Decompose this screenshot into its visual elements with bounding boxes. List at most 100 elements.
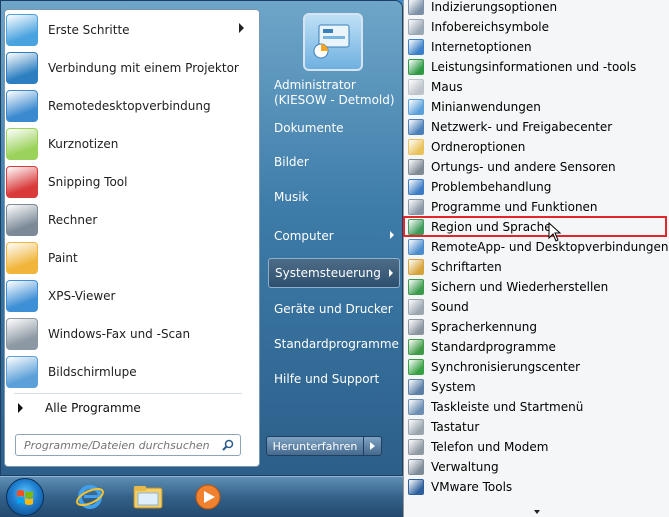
start-link[interactable]: Standardprogramme: [268, 329, 400, 359]
control-panel-item[interactable]: Schriftarten: [404, 257, 669, 277]
control-panel-item-icon: [408, 179, 424, 195]
control-panel-item[interactable]: System: [404, 377, 669, 397]
remote-desktop-icon: [6, 90, 38, 122]
control-panel-item[interactable]: Minianwendungen: [404, 97, 669, 117]
control-panel-item-label: Maus: [431, 80, 463, 94]
all-programs-label: Alle Programme: [45, 401, 141, 415]
control-panel-item[interactable]: Internetoptionen: [404, 37, 669, 57]
shutdown-button[interactable]: Herunterfahren: [266, 436, 364, 456]
control-panel-submenu: Indizierungsoptionen Infobereichsymbole In…: [403, 0, 669, 517]
start-link[interactable]: Systemsteuerung: [268, 258, 400, 288]
program-item[interactable]: Windows-Fax und -Scan: [4, 316, 250, 352]
control-panel-item[interactable]: Taskleiste und Startmenü: [404, 397, 669, 417]
control-panel-item[interactable]: Sound: [404, 297, 669, 317]
start-link-label: Computer: [274, 229, 334, 243]
control-panel-item-icon: [408, 239, 424, 255]
all-programs-button[interactable]: Alle Programme: [14, 398, 244, 418]
taskbar-explorer[interactable]: [130, 481, 166, 513]
start-link-label: Systemsteuerung: [275, 266, 381, 280]
control-panel-item[interactable]: Maus: [404, 77, 669, 97]
control-panel-item-label: Problembehandlung: [431, 180, 552, 194]
control-panel-item[interactable]: Ortungs- und andere Sensoren: [404, 157, 669, 177]
control-panel-item[interactable]: Verwaltung: [404, 457, 669, 477]
control-panel-item[interactable]: Sichern und Wiederherstellen: [404, 277, 669, 297]
control-panel-item-label: Verwaltung: [431, 460, 499, 474]
control-panel-item-label: Programme und Funktionen: [431, 200, 598, 214]
windows-logo-icon: [17, 490, 33, 505]
program-item[interactable]: Bildschirmlupe: [4, 354, 250, 390]
start-link[interactable]: Musik: [268, 182, 400, 212]
shutdown-options-button[interactable]: [364, 436, 382, 456]
control-panel-item[interactable]: Standardprogramme: [404, 337, 669, 357]
control-panel-item[interactable]: Synchronisierungscenter: [404, 357, 669, 377]
control-panel-item-label: Telefon und Modem: [431, 440, 549, 454]
program-item[interactable]: Rechner: [4, 202, 250, 238]
start-button[interactable]: [6, 478, 44, 516]
search-icon[interactable]: [222, 439, 234, 451]
control-panel-item-icon: [408, 39, 424, 55]
xps-viewer-icon: [6, 280, 38, 312]
start-link[interactable]: Computer: [268, 221, 400, 251]
control-panel-item-icon: [408, 199, 424, 215]
control-panel-item-label: Ortungs- und andere Sensoren: [431, 160, 616, 174]
scissors-icon: [6, 166, 38, 198]
start-link-label: Dokumente: [274, 121, 344, 135]
control-panel-item-label: Spracherkennung: [431, 320, 537, 334]
control-panel-item-label: Standardprogramme: [431, 340, 556, 354]
control-panel-item-label: System: [431, 380, 476, 394]
control-panel-item-icon: [408, 299, 424, 315]
program-item[interactable]: Kurznotizen: [4, 126, 250, 162]
start-link[interactable]: Geräte und Drucker: [268, 294, 400, 324]
program-item[interactable]: XPS-Viewer: [4, 278, 250, 314]
control-panel-item[interactable]: VMware Tools: [404, 477, 669, 497]
control-panel-item-label: Ordneroptionen: [431, 140, 526, 154]
magnifier-icon: [6, 356, 38, 388]
sticky-notes-icon: [6, 128, 38, 160]
program-item[interactable]: Snipping Tool: [4, 164, 250, 200]
getting-started-icon: [6, 14, 38, 46]
program-item[interactable]: Paint: [4, 240, 250, 276]
user-picture[interactable]: [303, 13, 363, 71]
projector-icon: [6, 52, 38, 84]
control-panel-item[interactable]: Infobereichsymbole: [404, 17, 669, 37]
start-link[interactable]: Bilder: [268, 147, 400, 177]
control-panel-item[interactable]: Problembehandlung: [404, 177, 669, 197]
program-item[interactable]: Erste Schritte: [4, 12, 250, 48]
control-panel-item[interactable]: Leistungsinformationen und -tools: [404, 57, 669, 77]
control-panel-item-icon: [408, 99, 424, 115]
start-link-label: Hilfe und Support: [274, 372, 380, 386]
control-panel-item[interactable]: Spracherkennung: [404, 317, 669, 337]
control-panel-item-icon: [408, 259, 424, 275]
program-list-separator: [14, 393, 242, 394]
control-panel-item[interactable]: Telefon und Modem: [404, 437, 669, 457]
control-panel-item[interactable]: Indizierungsoptionen: [404, 0, 669, 17]
control-panel-item[interactable]: Tastatur: [404, 417, 669, 437]
control-panel-item[interactable]: Netzwerk- und Freigabecenter: [404, 117, 669, 137]
control-panel-item-label: VMware Tools: [431, 480, 513, 494]
search-box[interactable]: [15, 434, 241, 456]
search-input[interactable]: [24, 438, 210, 452]
start-link[interactable]: Dokumente: [268, 113, 400, 143]
submenu-arrow-icon: [239, 23, 244, 33]
control-panel-item-label: Taskleiste und Startmenü: [431, 400, 584, 414]
submenu-arrow-icon: [390, 231, 394, 239]
control-panel-item-label: Internetoptionen: [431, 40, 532, 54]
start-link[interactable]: Hilfe und Support: [268, 364, 400, 394]
program-item[interactable]: Verbindung mit einem Projektor: [4, 50, 250, 86]
scroll-down-arrow-icon[interactable]: [534, 510, 540, 514]
control-panel-item-label: Sichern und Wiederherstellen: [431, 280, 609, 294]
control-panel-item[interactable]: Programme und Funktionen: [404, 197, 669, 217]
control-panel-item-icon: [408, 79, 424, 95]
control-panel-item-icon: [408, 459, 424, 475]
control-panel-item-icon: [408, 119, 424, 135]
program-item[interactable]: Remotedesktopverbindung: [4, 88, 250, 124]
control-panel-item-label: RemoteApp- und Desktopverbindungen: [431, 240, 669, 254]
control-panel-item-icon: [408, 479, 424, 495]
taskbar-internet-explorer[interactable]: [72, 481, 108, 513]
control-panel-item[interactable]: Ordneroptionen: [404, 137, 669, 157]
taskbar-media-player[interactable]: [190, 481, 226, 513]
control-panel-item-label: Tastatur: [431, 420, 480, 434]
user-name[interactable]: Administrator (KIESOW - Detmold): [274, 78, 404, 108]
control-panel-item[interactable]: RemoteApp- und Desktopverbindungen: [404, 237, 669, 257]
calculator-icon: [6, 204, 38, 236]
